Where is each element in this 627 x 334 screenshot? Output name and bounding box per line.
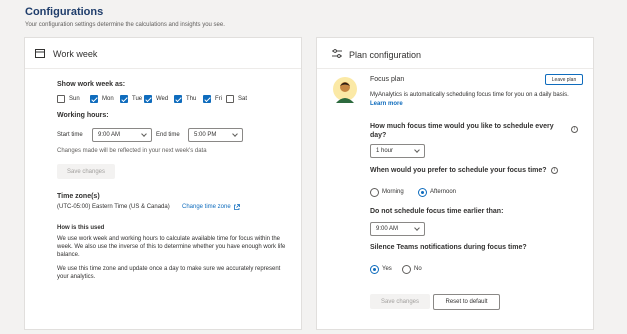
q-focus-amount: How much focus time would you like to sc… <box>370 123 554 139</box>
show-work-week-label: Show work week as: <box>57 81 126 88</box>
focus-plan-description: MyAnalytics is automatically scheduling … <box>370 91 585 109</box>
day-label-mon: Mon <box>102 96 114 102</box>
focus-amount-value: 1 hour <box>376 148 394 154</box>
timezone-value: (UTC-05:00) Eastern Time (US & Canada) <box>57 204 170 210</box>
day-checkbox-sun[interactable] <box>57 95 65 103</box>
morning-label: Morning <box>382 189 404 195</box>
how-used-paragraph-1: We use work week and working hours to ca… <box>57 236 286 258</box>
afternoon-label: Afternoon <box>430 189 457 195</box>
day-checkbox-sat[interactable] <box>226 95 234 103</box>
yes-label: Yes <box>382 266 392 272</box>
day-checkbox-wed[interactable] <box>144 95 152 103</box>
save-changes-button[interactable]: Save changes <box>370 294 430 309</box>
leave-plan-button[interactable]: Leave plan <box>545 74 583 85</box>
info-icon[interactable]: i <box>551 167 558 174</box>
reset-to-default-button[interactable]: Reset to default <box>433 294 500 310</box>
no-radio[interactable] <box>402 265 411 274</box>
day-label-thu: Thu <box>186 96 197 102</box>
divider <box>317 68 593 69</box>
morning-radio[interactable] <box>370 188 379 197</box>
chevron-down-icon <box>232 131 238 137</box>
earliest-time-value: 9:00 AM <box>376 226 399 232</box>
day-label-sun: Sun <box>69 96 80 102</box>
q-earliest-time: Do not schedule focus time earlier than: <box>370 208 504 215</box>
focus-plan-description-text: MyAnalytics is automatically scheduling … <box>370 92 569 98</box>
change-time-zone-link[interactable]: Change time zone <box>182 204 240 210</box>
focus-person-illustration <box>333 77 357 103</box>
focus-plan-title: Focus plan <box>370 76 405 83</box>
work-week-card: Work week Show work week as: Working hou… <box>24 37 302 330</box>
external-link-icon <box>233 204 240 210</box>
end-time-dropdown[interactable]: 5:00 PM <box>188 128 243 142</box>
day-label-sat: Sat <box>238 96 248 102</box>
change-time-zone-label: Change time zone <box>182 204 231 210</box>
how-used-paragraph-2: We use this time zone and update once a … <box>57 266 281 280</box>
end-time-label: End time <box>156 132 180 138</box>
q-focus-time-preference: When would you prefer to schedule your f… <box>370 167 547 174</box>
no-label: No <box>414 266 422 272</box>
plan-configuration-header: Plan configuration <box>349 50 422 60</box>
timezone-label: Time zone(s) <box>57 193 100 200</box>
day-checkbox-tue[interactable] <box>120 95 128 103</box>
how-used-title: How is this used <box>57 225 105 231</box>
day-label-tue: Tue <box>132 96 143 102</box>
start-time-value: 9:00 AM <box>98 132 121 138</box>
save-changes-button[interactable]: Save changes <box>57 164 115 179</box>
start-time-label: Start time <box>57 132 83 138</box>
chevron-down-icon <box>414 147 420 153</box>
changes-note: Changes made will be reflected in your n… <box>57 148 207 154</box>
afternoon-radio[interactable] <box>418 188 427 197</box>
focus-amount-dropdown[interactable]: 1 hour <box>370 144 425 158</box>
info-icon[interactable]: i <box>571 126 578 133</box>
calendar-icon <box>35 49 45 58</box>
divider <box>25 68 301 69</box>
settings-sliders-icon <box>332 49 342 58</box>
q-silence-notifications: Silence Teams notifications during focus… <box>370 244 527 251</box>
chevron-down-icon <box>414 225 420 231</box>
page-subtitle: Your configuration settings determine th… <box>25 22 225 28</box>
day-checkbox-thu[interactable] <box>174 95 182 103</box>
learn-more-link[interactable]: Learn more <box>370 101 403 107</box>
day-checkbox-mon[interactable] <box>90 95 98 103</box>
chevron-down-icon <box>141 131 147 137</box>
yes-radio[interactable] <box>370 265 379 274</box>
earliest-time-dropdown[interactable]: 9:00 AM <box>370 222 425 236</box>
day-label-wed: Wed <box>156 96 169 102</box>
day-label-fri: Fri <box>215 96 222 102</box>
start-time-dropdown[interactable]: 9:00 AM <box>92 128 152 142</box>
working-hours-label: Working hours: <box>57 112 109 119</box>
work-week-header: Work week <box>53 49 98 59</box>
plan-configuration-card: Plan configuration Focus plan Leave plan… <box>316 37 594 330</box>
day-checkbox-fri[interactable] <box>203 95 211 103</box>
page-title: Configurations <box>25 6 104 18</box>
end-time-value: 5:00 PM <box>194 132 217 138</box>
